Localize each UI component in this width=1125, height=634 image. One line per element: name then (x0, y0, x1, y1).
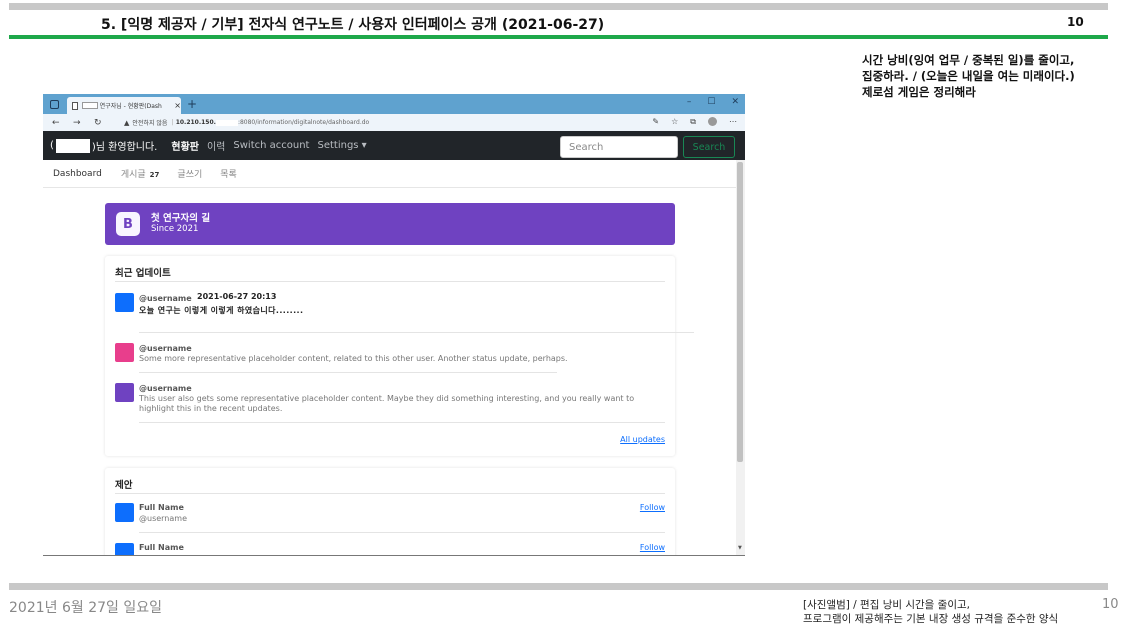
side-note: 시간 낭비(잉여 업무 / 중복된 일)를 줄이고, 집중하라. / (오늘은 … (862, 52, 1112, 100)
forward-icon[interactable]: → (73, 118, 85, 128)
recent-updates-heading: 최근 업데이트 (115, 268, 171, 279)
refresh-icon[interactable]: ↻ (94, 118, 106, 128)
security-warning-text: 안전하지 않음 (132, 120, 168, 127)
redacted-ip (215, 119, 238, 126)
tab-title: 연구자님 - 현황판(Dash (99, 103, 162, 110)
suggestions-card: 제안 Full Name @username Follow Full Name … (105, 468, 675, 555)
divider (139, 422, 665, 423)
side-note-line-2: 집중하라. / (오늘은 내일을 여는 미래이다.) (862, 69, 1075, 83)
update-text: This user also gets some representative … (139, 394, 635, 413)
favorite-icon[interactable]: ☆ (671, 117, 678, 127)
footer-note-line-1: [사진앨범] / 편집 낭비 시간을 줄이고, (803, 599, 970, 611)
maximize-icon[interactable]: ☐ (707, 97, 715, 107)
footer-note: [사진앨범] / 편집 낭비 시간을 줄이고, 프로그램이 제공해주는 기본 내… (803, 598, 1058, 626)
subnav-posts[interactable]: 게시글 27 (121, 167, 160, 180)
search-input[interactable]: Search (560, 136, 678, 158)
all-updates-link[interactable]: All updates (620, 435, 665, 444)
hero-banner: B 첫 연구자의 길 Since 2021 (105, 203, 675, 245)
nav-link-history[interactable]: 이력 (207, 138, 225, 153)
subnav-dashboard[interactable]: Dashboard (53, 169, 102, 179)
browser-tab[interactable]: 연구자님 - 현황판(Dash × (67, 97, 181, 114)
avatar (115, 503, 134, 522)
tab-actions-icon[interactable] (50, 99, 59, 109)
url-field[interactable]: | 10.210.150.:8080/information/digitalno… (171, 119, 369, 126)
new-tab-icon[interactable]: + (187, 97, 197, 111)
suggestion-name: Full Name (139, 503, 184, 512)
redacted-user (55, 138, 90, 153)
subnav-list[interactable]: 목록 (220, 167, 237, 180)
browser-toolbar-icons: ✎ ☆ ⧉ ⋯ (652, 117, 737, 127)
avatar (115, 383, 134, 402)
divider (139, 372, 557, 373)
update-timestamp: 2021-06-27 20:13 (197, 292, 277, 301)
update-text: 오늘 연구는 이렇게 이렇게 하였습니다........ (139, 306, 304, 315)
back-icon[interactable]: ← (52, 118, 64, 128)
follow-link[interactable]: Follow (640, 543, 665, 552)
follow-link[interactable]: Follow (640, 503, 665, 512)
green-header-rule (9, 35, 1108, 39)
page-number-top: 10 (1067, 15, 1084, 29)
page-icon (72, 101, 78, 110)
collections-icon[interactable]: ⧉ (690, 117, 696, 127)
address-bar: ← → ↻ ▲ 안전하지 않음 | 10.210.150.:8080/infor… (43, 114, 745, 131)
divider (139, 332, 694, 333)
footer-date: 2021년 6월 27일 일요일 (9, 600, 162, 616)
top-gray-rule (9, 3, 1108, 10)
divider (115, 281, 665, 282)
side-note-line-3: 제로섬 게임은 정리해라 (862, 85, 976, 99)
suggestion-username: @username (139, 514, 187, 523)
suggestions-heading: 제안 (115, 480, 133, 491)
window-controls: – ☐ ✕ (687, 97, 739, 107)
minimize-icon[interactable]: – (687, 97, 692, 107)
security-warning[interactable]: ▲ 안전하지 않음 (124, 118, 168, 128)
tab-close-icon[interactable]: × (174, 101, 181, 110)
bottom-gray-rule (9, 583, 1108, 590)
hero-subtitle: Since 2021 (151, 224, 199, 234)
slide-page: 5. [익명 제공자 / 기부] 전자식 연구노트 / 사용자 인터페이스 공개… (0, 0, 1125, 634)
update-username: @username (139, 384, 192, 393)
search-button[interactable]: Search (683, 136, 735, 158)
browser-window: 연구자님 - 현황판(Dash × + – ☐ ✕ ← → ↻ ▲ 안전하지 않… (43, 94, 745, 556)
app-navbar: ( )님 환영합니다. 현황판 이력 Switch account Settin… (43, 131, 745, 160)
divider (139, 532, 665, 533)
nav-link-switch-account[interactable]: Switch account (233, 140, 309, 151)
subnav-posts-label: 게시글 (120, 170, 146, 180)
scrollbar-thumb[interactable] (737, 162, 743, 462)
update-username: @username (139, 344, 192, 353)
url-prefix: 10.210.150. (175, 119, 216, 126)
divider (115, 493, 665, 494)
profile-avatar[interactable] (708, 117, 717, 126)
avatar (115, 343, 134, 362)
welcome-open: ( (50, 140, 54, 151)
scroll-down-icon[interactable]: ▼ (738, 545, 742, 551)
post-count-badge: 27 (149, 171, 160, 179)
bootstrap-logo-icon: B (116, 212, 140, 236)
footer-note-line-2: 프로그램이 제공해주는 기본 내장 생성 규격을 준수한 양식 (803, 613, 1059, 625)
nav-link-settings[interactable]: Settings (317, 140, 366, 151)
subnav-write[interactable]: 글쓰기 (177, 167, 202, 180)
slide-title: 5. [익명 제공자 / 기부] 전자식 연구노트 / 사용자 인터페이스 공개… (101, 17, 605, 33)
update-username: @username (139, 294, 192, 303)
side-note-line-1: 시간 낭비(잉여 업무 / 중복된 일)를 줄이고, (862, 53, 1075, 67)
page-number-bottom: 10 (1102, 597, 1119, 612)
avatar (115, 293, 134, 312)
browser-tabbar: 연구자님 - 현황판(Dash × + – ☐ ✕ (43, 94, 745, 114)
welcome-suffix: )님 환영합니다. (91, 142, 158, 153)
redacted-name (81, 102, 98, 109)
suggestion-name: Full Name (139, 543, 184, 552)
update-text: Some more representative placeholder con… (139, 354, 568, 363)
more-menu-icon[interactable]: ⋯ (729, 117, 737, 127)
close-window-icon[interactable]: ✕ (731, 97, 739, 107)
hero-title: 첫 연구자의 길 (151, 213, 211, 224)
url-suffix: :8080/information/digitalnote/dashboard.… (237, 119, 370, 126)
read-aloud-icon[interactable]: ✎ (652, 117, 659, 127)
warning-icon: ▲ (124, 118, 130, 127)
nav-brand-dashboard[interactable]: 현황판 (171, 138, 199, 153)
sub-navigation: Dashboard 게시글 27 글쓰기 목록 (43, 160, 745, 188)
recent-updates-card: 최근 업데이트 @username 2021-06-27 20:13 오늘 연구… (105, 256, 694, 456)
welcome-message: ( )님 환영합니다. (50, 138, 157, 153)
hero-text: 첫 연구자의 길 Since 2021 (151, 213, 210, 235)
avatar (115, 543, 134, 555)
